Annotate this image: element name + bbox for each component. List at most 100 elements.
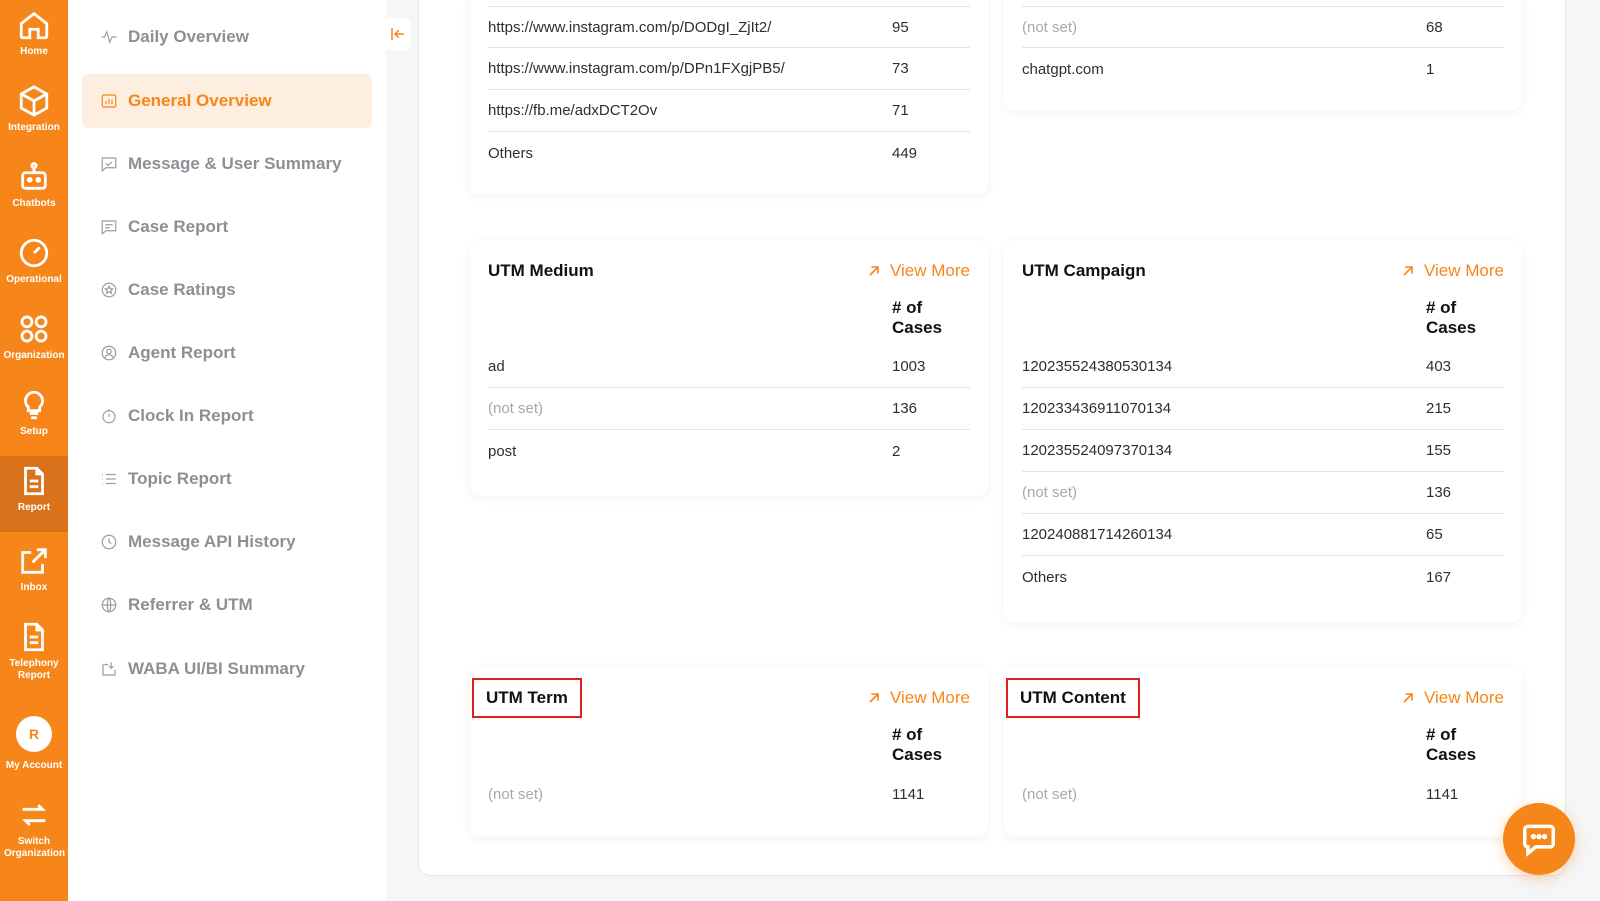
row-label: 120233436911070134 [1022, 400, 1172, 417]
inbox-download-icon [102, 662, 116, 676]
rail-label: Chatbots [12, 198, 56, 209]
rail-item-home[interactable]: Home [0, 8, 68, 58]
subnav-label: Case Ratings [128, 280, 236, 299]
subnav-item-case-ratings[interactable]: Case Ratings [82, 263, 372, 317]
timer-icon [102, 409, 116, 424]
view-more-link[interactable]: View More [866, 688, 970, 708]
row-label: Others [1022, 568, 1068, 586]
column-header: # of Cases [1022, 298, 1504, 337]
subnav-item-referrer-utm[interactable]: Referrer & UTM [82, 578, 372, 632]
row-value: 1 [1426, 60, 1435, 78]
home-icon [19, 11, 49, 40]
chart-icon [101, 94, 117, 108]
rail-item-switch-organization[interactable]: Switch Organization [0, 798, 68, 860]
rail-item-operational[interactable]: Operational [0, 236, 68, 286]
subnav-item-waba-summary[interactable]: WABA UI/BI Summary [82, 642, 372, 696]
subnav-item-general-overview[interactable]: General Overview [82, 74, 372, 128]
report-subnav: Daily Overview General Overview Message … [68, 0, 386, 901]
row-label: (not set) [488, 785, 544, 803]
arrow-up-right-icon [869, 266, 879, 276]
swap-icon [22, 804, 46, 826]
grid-circles-icon [20, 315, 48, 343]
view-more-link[interactable]: View More [1400, 261, 1504, 281]
card-title: UTM Content [1006, 678, 1140, 718]
subnav-label: General Overview [128, 91, 272, 110]
message-check-icon [101, 157, 117, 172]
subnav-label: Daily Overview [128, 27, 249, 46]
row-value: 71 [892, 102, 909, 119]
user-circle-icon [101, 345, 117, 361]
row-label: chatgpt.com [1022, 60, 1104, 78]
referrer-domain-card: (not set) 68 chatgpt.com 1 [1004, 0, 1522, 110]
table-row: (not set) 136 [488, 388, 970, 430]
table-row: 120235524380530134 403 [1022, 346, 1504, 388]
row-label: Others [488, 144, 534, 162]
utm-medium-card: UTM Medium View More # of Cases ad 1003 (… [470, 240, 988, 496]
column-header-label: # of Cases [892, 298, 943, 337]
arrow-up-right-icon [1403, 266, 1413, 276]
subnav-item-clock-in-report[interactable]: Clock In Report [82, 389, 372, 443]
column-header-label: # of Cases [1426, 298, 1477, 337]
rail-label: Inbox [20, 582, 48, 593]
chat-icon [1523, 824, 1555, 857]
view-more-label: View More [1424, 261, 1504, 280]
row-label: (not set) [1022, 484, 1078, 501]
rail-item-my-account[interactable]: R My Account [0, 716, 68, 772]
rail-item-inbox[interactable]: Inbox [0, 544, 68, 594]
subnav-label: WABA UI/BI Summary [128, 659, 305, 678]
row-value: 1003 [892, 358, 926, 375]
gauge-icon [19, 238, 49, 268]
referrer-url-card: https://www.instagram.com/p/DODgI_ZjIt2/… [470, 0, 988, 194]
rail-label: Organization [3, 350, 65, 361]
subnav-item-daily-overview[interactable]: Daily Overview [82, 10, 372, 64]
row-value: 215 [1426, 400, 1452, 417]
row-label: (not set) [1022, 18, 1078, 36]
table-row: (not set) 136 [1022, 472, 1504, 514]
collapse-left-icon [391, 28, 404, 40]
rail-item-telephony-report[interactable]: Telephony Report [0, 620, 68, 682]
row-value: 1141 [892, 785, 925, 803]
subnav-item-message-user-summary[interactable]: Message & User Summary [82, 137, 372, 191]
robot-icon [21, 162, 47, 190]
row-label: 120240881714260134 [1022, 526, 1173, 543]
row-label: (not set) [1022, 785, 1078, 803]
rail-label: My Account [5, 760, 63, 771]
table-row: (not set) 1141 [488, 773, 970, 815]
avatar: R [16, 716, 52, 752]
table-row: Others 167 [1022, 556, 1504, 598]
view-more-link[interactable]: View More [866, 261, 970, 281]
column-header: # of Cases [1022, 725, 1504, 764]
rail-item-integration[interactable]: Integration [0, 84, 68, 134]
rail-label: Setup [20, 426, 48, 437]
rail-item-report[interactable]: Report [0, 456, 68, 532]
clock-icon [101, 534, 117, 550]
table-row: (not set) 1141 [1022, 773, 1504, 815]
star-circle-icon [101, 282, 117, 298]
subnav-label: Case Report [128, 217, 229, 236]
row-label: https://www.instagram.com/p/DODgI_ZjIt2/ [488, 18, 772, 36]
row-value: 73 [892, 60, 909, 77]
utm-content-card: UTM Content View More # of Cases (not se… [1004, 667, 1522, 837]
collapse-sidebar-button[interactable] [386, 18, 410, 50]
arrow-up-right-icon [869, 693, 879, 703]
document-icon [24, 622, 44, 652]
card-title: UTM Campaign [1022, 261, 1146, 280]
row-label: https://fb.me/adxDCT2Ov [488, 102, 658, 119]
subnav-item-message-api-history[interactable]: Message API History [82, 515, 372, 569]
card-title: UTM Medium [488, 261, 594, 280]
view-more-link[interactable]: View More [1400, 688, 1504, 708]
rail-item-organization[interactable]: Organization [0, 312, 68, 362]
table-row: https://www.instagram.com/p/DPn1FXgjPB5/… [488, 48, 970, 90]
table-row: 120240881714260134 65 [1022, 514, 1504, 556]
subnav-item-case-report[interactable]: Case Report [82, 200, 372, 254]
subnav-item-agent-report[interactable]: Agent Report [82, 326, 372, 380]
rail-item-setup[interactable]: Setup [0, 388, 68, 438]
rail-label: Operational [6, 274, 62, 285]
document-icon [24, 466, 44, 496]
chat-support-button[interactable] [1503, 803, 1575, 875]
rail-item-chatbots[interactable]: Chatbots [0, 160, 68, 210]
subnav-item-topic-report[interactable]: Topic Report [82, 452, 372, 506]
row-value: 136 [1426, 484, 1452, 501]
table-row: https://fb.me/adxDCT2Ov 71 [488, 90, 970, 132]
row-value: 403 [1426, 358, 1452, 375]
